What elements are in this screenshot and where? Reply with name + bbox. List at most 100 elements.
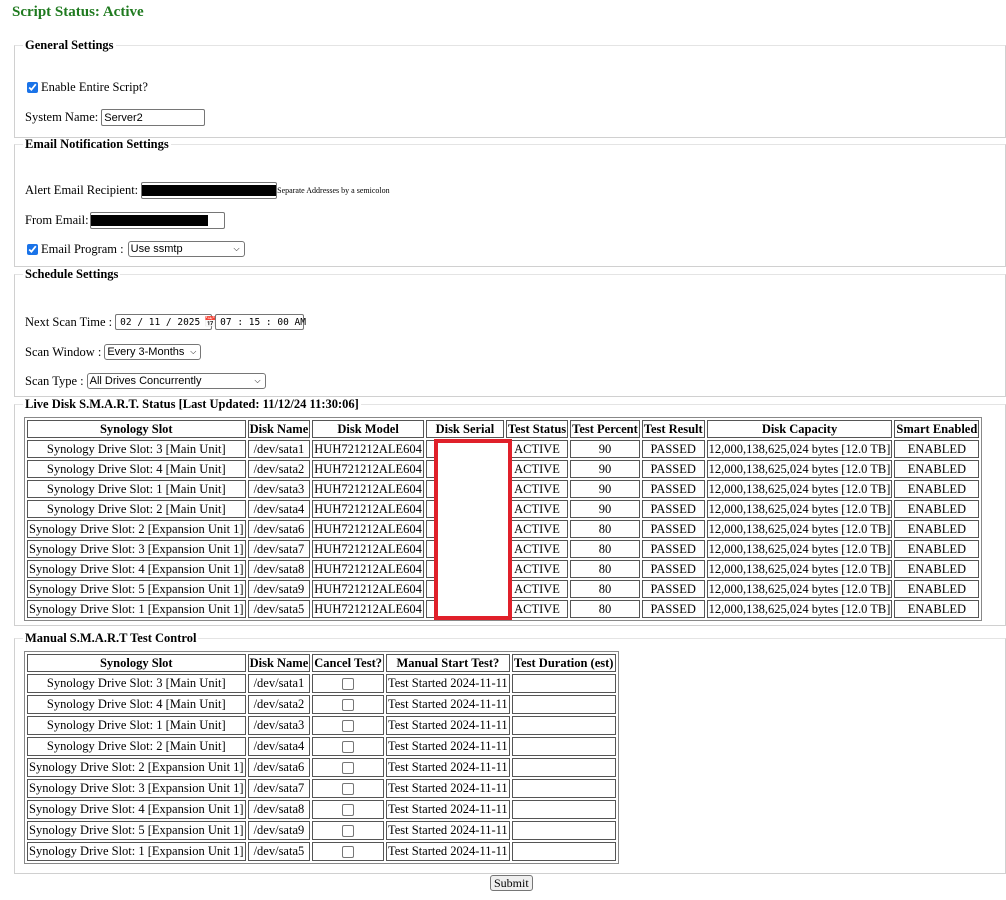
table-cell: /dev/sata3 bbox=[247, 480, 311, 498]
table-cell: ACTIVE bbox=[505, 600, 569, 618]
cancel-test-cell bbox=[312, 821, 384, 840]
table-cell: 12,000,138,625,024 bytes [12.0 TB] bbox=[706, 560, 893, 578]
manual-header-cell: Manual Start Test? bbox=[385, 654, 510, 672]
cancel-test-checkbox[interactable] bbox=[342, 720, 355, 733]
recipient-note: Separate Addresses by a semicolon bbox=[277, 186, 390, 195]
table-cell: ACTIVE bbox=[505, 440, 569, 458]
table-cell: Synology Drive Slot: 1 [Main Unit] bbox=[27, 480, 246, 498]
table-cell: HUH721212ALE604 bbox=[312, 460, 424, 478]
table-cell: 12,000,138,625,024 bytes [12.0 TB] bbox=[706, 460, 893, 478]
redacted-from-email bbox=[90, 215, 208, 226]
manual-control-table: Synology Slot Disk Name Cancel Test? Manual… bbox=[24, 651, 619, 864]
table-cell: ENABLED bbox=[894, 500, 980, 518]
table-row: Synology Drive Slot: 2 [Main Unit]/dev/s… bbox=[27, 737, 616, 756]
table-cell: 80 bbox=[570, 520, 640, 538]
table-cell: /dev/sata8 bbox=[247, 560, 311, 578]
live-header-cell: Disk Model bbox=[312, 420, 424, 438]
live-status-header-row: Synology Slot Disk Name Disk Model Disk Ser… bbox=[27, 420, 980, 438]
manual-control-legend: Manual S.M.A.R.T Test Control bbox=[25, 631, 197, 645]
scan-type-select[interactable]: All Drives Concurrently ⌵ bbox=[86, 373, 266, 389]
disk-name-cell: /dev/sata5 bbox=[247, 842, 311, 861]
cancel-test-checkbox[interactable] bbox=[342, 699, 355, 712]
table-cell: HUH721212ALE604 bbox=[312, 480, 424, 498]
manual-start-cell: Test Started 2024-11-11 bbox=[385, 758, 510, 777]
from-email-input[interactable] bbox=[89, 212, 225, 229]
cancel-test-cell bbox=[312, 779, 384, 798]
live-header-cell: Disk Serial bbox=[425, 420, 504, 438]
table-row: Synology Drive Slot: 2 [Expansion Unit 1… bbox=[27, 758, 616, 777]
cancel-test-cell bbox=[312, 674, 384, 693]
slot-cell: Synology Drive Slot: 2 [Main Unit] bbox=[27, 737, 246, 756]
live-header-cell: Test Result bbox=[641, 420, 705, 438]
table-cell: /dev/sata2 bbox=[247, 460, 311, 478]
slot-cell: Synology Drive Slot: 1 [Main Unit] bbox=[27, 716, 246, 735]
table-cell: /dev/sata1 bbox=[247, 440, 311, 458]
disk-name-cell: /dev/sata7 bbox=[247, 779, 311, 798]
email-settings-legend: Email Notification Settings bbox=[25, 137, 169, 151]
slot-cell: Synology Drive Slot: 1 [Expansion Unit 1… bbox=[27, 842, 246, 861]
table-cell: PASSED bbox=[641, 520, 705, 538]
slot-cell: Synology Drive Slot: 4 [Expansion Unit 1… bbox=[27, 800, 246, 819]
schedule-settings-fieldset: Schedule Settings Next Scan Time : 02 / … bbox=[14, 267, 1006, 397]
cancel-test-checkbox[interactable] bbox=[342, 825, 355, 838]
table-cell: ENABLED bbox=[894, 440, 980, 458]
table-row: Synology Drive Slot: 5 [Expansion Unit 1… bbox=[27, 821, 616, 840]
table-cell: 80 bbox=[570, 560, 640, 578]
submit-button[interactable]: Submit bbox=[490, 875, 533, 891]
cancel-test-cell bbox=[312, 800, 384, 819]
email-program-select[interactable]: Use ssmtp ⌵ bbox=[127, 241, 245, 257]
table-cell: 12,000,138,625,024 bytes [12.0 TB] bbox=[706, 500, 893, 518]
cancel-test-checkbox[interactable] bbox=[342, 762, 355, 775]
next-scan-time-input[interactable]: 07 : 15 : 00 AM bbox=[215, 314, 306, 330]
email-program-checkbox[interactable] bbox=[27, 243, 38, 255]
table-cell: /dev/sata5 bbox=[247, 600, 311, 618]
cancel-test-checkbox[interactable] bbox=[342, 741, 355, 754]
table-cell: ACTIVE bbox=[505, 560, 569, 578]
table-cell: ENABLED bbox=[894, 520, 980, 538]
table-cell: /dev/sata9 bbox=[247, 580, 311, 598]
manual-start-cell: Test Started 2024-11-11 bbox=[385, 800, 510, 819]
next-scan-date-input[interactable]: 02 / 11 / 2025 📅 bbox=[115, 314, 217, 330]
live-status-legend: Live Disk S.M.A.R.T. Status [Last Update… bbox=[25, 397, 359, 411]
table-cell: HUH721212ALE604 bbox=[312, 440, 424, 458]
manual-control-header-row: Synology Slot Disk Name Cancel Test? Manual… bbox=[27, 654, 616, 672]
system-name-label: System Name: bbox=[25, 110, 99, 124]
email-settings-fieldset: Email Notification Settings Alert Email … bbox=[14, 137, 1006, 267]
table-cell: PASSED bbox=[641, 580, 705, 598]
table-cell: 12,000,138,625,024 bytes [12.0 TB] bbox=[706, 480, 893, 498]
disk-name-cell: /dev/sata9 bbox=[247, 821, 311, 840]
cancel-test-checkbox[interactable] bbox=[342, 783, 355, 796]
table-cell: PASSED bbox=[641, 460, 705, 478]
scan-window-select[interactable]: Every 3-Months ⌵ bbox=[104, 344, 202, 360]
table-cell: 90 bbox=[570, 480, 640, 498]
cancel-test-checkbox[interactable] bbox=[342, 846, 355, 859]
system-name-input[interactable]: Server2 bbox=[101, 109, 206, 126]
table-cell: ENABLED bbox=[894, 560, 980, 578]
table-cell: Synology Drive Slot: 5 [Expansion Unit 1… bbox=[27, 580, 246, 598]
manual-start-cell: Test Started 2024-11-11 bbox=[385, 842, 510, 861]
table-cell: HUH721212ALE604 bbox=[312, 540, 424, 558]
table-cell: PASSED bbox=[641, 540, 705, 558]
enable-script-checkbox[interactable] bbox=[27, 82, 38, 93]
table-cell: 80 bbox=[570, 600, 640, 618]
cancel-test-cell bbox=[312, 758, 384, 777]
cancel-test-checkbox[interactable] bbox=[342, 678, 355, 691]
table-row: Synology Drive Slot: 4 [Main Unit]/dev/s… bbox=[27, 695, 616, 714]
table-cell: Synology Drive Slot: 2 [Main Unit] bbox=[27, 500, 246, 518]
table-cell: Synology Drive Slot: 1 [Expansion Unit 1… bbox=[27, 600, 246, 618]
table-cell: 12,000,138,625,024 bytes [12.0 TB] bbox=[706, 440, 893, 458]
table-cell: 12,000,138,625,024 bytes [12.0 TB] bbox=[706, 600, 893, 618]
chevron-down-icon: ⌵ bbox=[233, 244, 240, 253]
email-program-label: Email Program : bbox=[41, 241, 124, 256]
scan-window-label: Scan Window : bbox=[25, 344, 102, 359]
table-cell: PASSED bbox=[641, 600, 705, 618]
recipient-input[interactable] bbox=[141, 182, 278, 199]
manual-start-cell: Test Started 2024-11-11 bbox=[385, 674, 510, 693]
cancel-test-cell bbox=[312, 842, 384, 861]
manual-start-cell: Test Started 2024-11-11 bbox=[385, 779, 510, 798]
cancel-test-checkbox[interactable] bbox=[342, 804, 355, 817]
disk-name-cell: /dev/sata8 bbox=[247, 800, 311, 819]
test-duration-cell bbox=[511, 674, 616, 693]
cancel-test-cell bbox=[312, 716, 384, 735]
slot-cell: Synology Drive Slot: 2 [Expansion Unit 1… bbox=[27, 758, 246, 777]
